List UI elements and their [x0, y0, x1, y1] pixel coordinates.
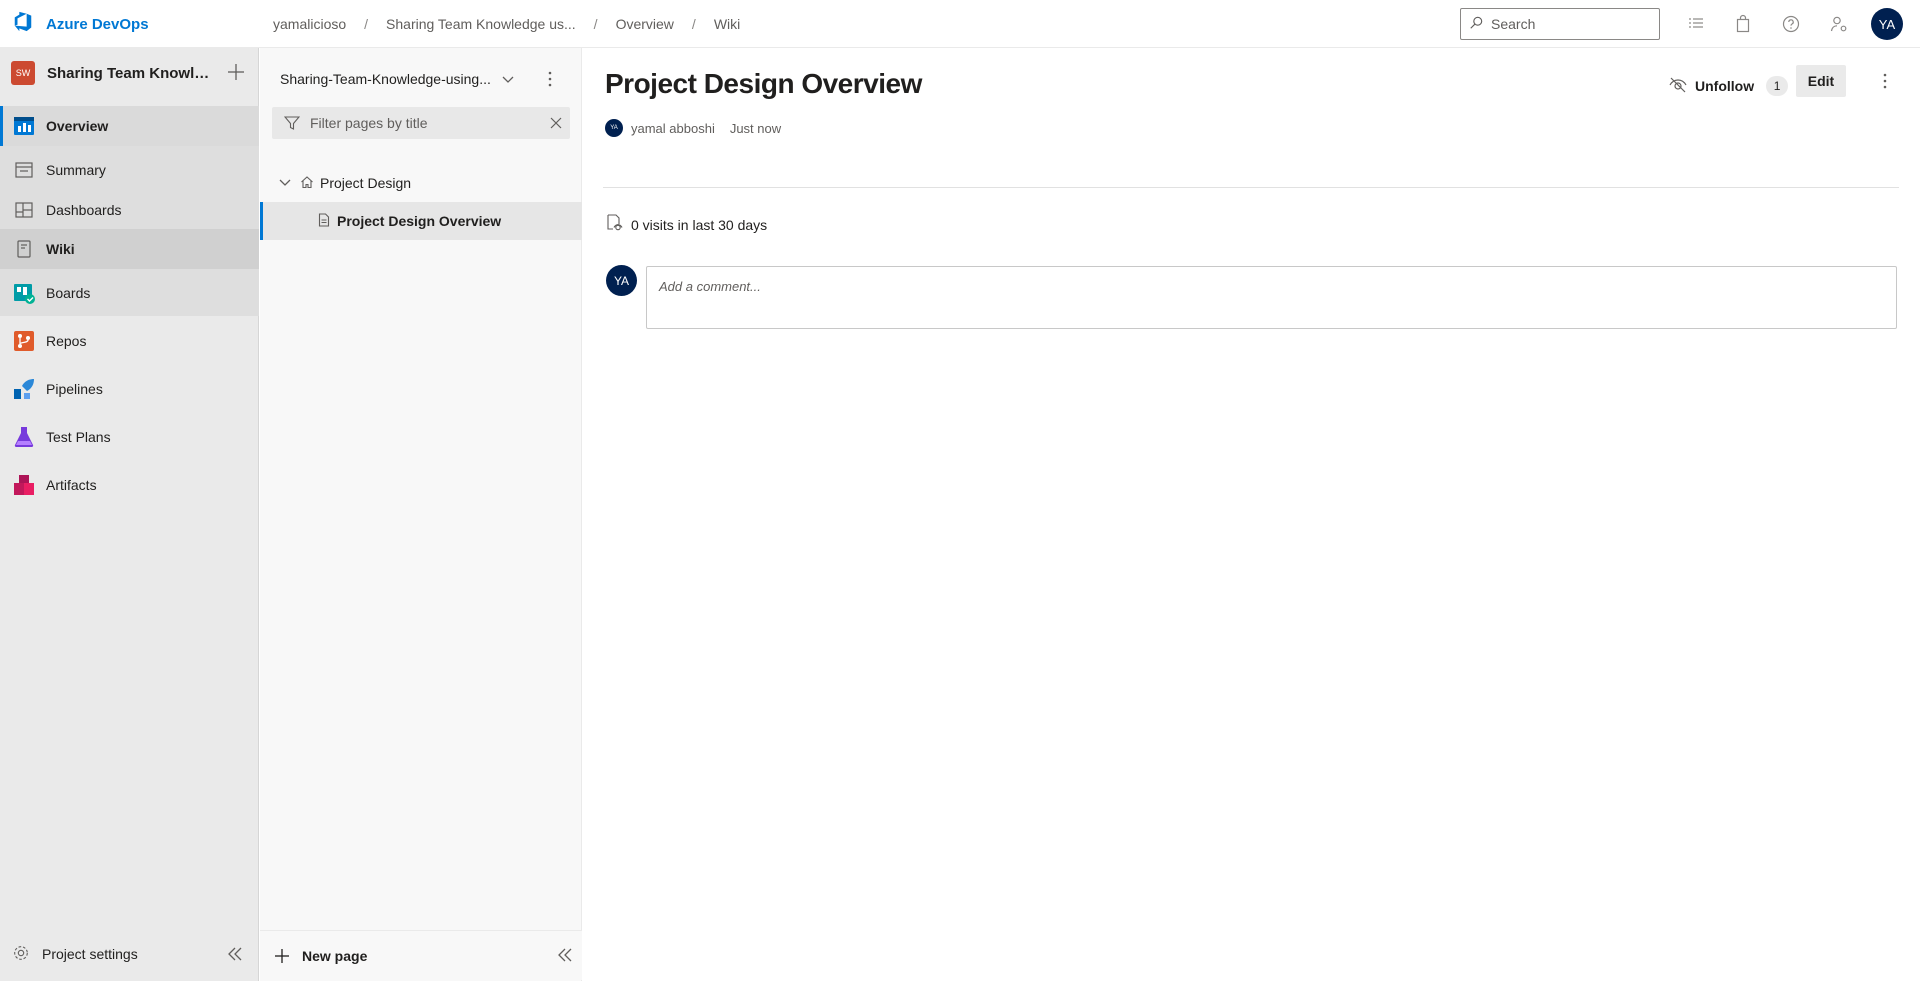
artifacts-icon [12, 473, 36, 497]
gear-icon [12, 944, 30, 965]
content-divider [603, 187, 1899, 188]
azure-devops-logo-icon [12, 11, 34, 38]
nav-item-test-plans[interactable]: Test Plans [0, 417, 259, 457]
repos-icon [12, 329, 36, 353]
marketplace-bag-icon[interactable] [1733, 14, 1753, 34]
tree-item-project-design[interactable]: Project Design [260, 164, 582, 202]
project-name: Sharing Team Knowledge using Wikis [47, 64, 217, 82]
overview-icon [12, 114, 36, 138]
page-meta: YA yamal abboshi Just now [605, 119, 781, 137]
page-document-icon [317, 212, 331, 230]
last-edited-time: Just now [729, 120, 782, 136]
user-avatar[interactable]: YA [1871, 8, 1903, 40]
chevron-down-icon [501, 72, 515, 86]
collapse-nav-double-chevron-icon[interactable] [226, 945, 244, 963]
tree-item-label: Project Design [320, 175, 412, 191]
nav-label-artifacts: Artifacts [46, 477, 97, 493]
dashboards-icon [12, 198, 36, 222]
unfollow-eye-icon [1669, 76, 1695, 97]
test-plans-flask-icon [12, 425, 36, 449]
page-more-actions-icon[interactable] [1876, 72, 1894, 90]
clear-filter-close-icon[interactable] [548, 115, 564, 131]
nav-label-settings: Project settings [42, 946, 138, 962]
more-actions-vertical-icon[interactable] [541, 70, 559, 88]
nav-label-dashboards: Dashboards [46, 202, 122, 218]
nav-label-repos: Repos [46, 333, 87, 349]
top-bar: Azure DevOps yamalicioso / Sharing Team … [0, 0, 1920, 48]
page-title: Project Design Overview [605, 68, 922, 99]
breadcrumb-wiki[interactable]: Wiki [712, 16, 742, 32]
search-placeholder: Search [1491, 16, 1536, 32]
selection-indicator [0, 106, 3, 146]
breadcrumb-separator: / [364, 16, 369, 32]
nav-label-pipelines: Pipelines [46, 381, 103, 397]
page-visits: 0 visits in last 30 days [605, 214, 767, 235]
nav-label-boards: Boards [46, 285, 91, 301]
new-page-button[interactable]: New page [260, 930, 582, 980]
page-visits-icon [605, 214, 631, 235]
user-settings-icon[interactable] [1829, 14, 1849, 34]
selection-indicator [260, 202, 263, 240]
filter-funnel-icon [284, 116, 300, 130]
project-avatar: SW [11, 61, 35, 85]
nav-label-summary: Summary [46, 162, 106, 178]
wiki-book-icon [12, 237, 36, 261]
pipelines-icon [12, 377, 36, 401]
project-navigation: SW Sharing Team Knowledge using Wikis Ov… [0, 48, 259, 981]
breadcrumb-project[interactable]: Sharing Team Knowledge us... [384, 16, 578, 32]
wiki-tree-pane: Sharing-Team-Knowledge-using... Filter p… [260, 48, 582, 981]
author-avatar: YA [605, 119, 623, 137]
nav-item-artifacts[interactable]: Artifacts [0, 465, 259, 505]
visits-count-text: 0 visits in last 30 days [631, 216, 768, 233]
tree-item-label: Project Design Overview [337, 213, 502, 229]
nav-label-test-plans: Test Plans [46, 429, 111, 445]
breadcrumb-organization[interactable]: yamalicioso [271, 16, 348, 32]
boards-icon [12, 281, 36, 305]
nav-item-overview[interactable]: Overview [0, 106, 259, 146]
chevron-down-icon[interactable] [278, 175, 292, 192]
follower-count-badge: 1 [1766, 76, 1789, 96]
nav-item-summary[interactable]: Summary [0, 150, 259, 190]
tree-item-project-design-overview[interactable]: Project Design Overview [260, 202, 582, 240]
work-items-list-icon[interactable] [1686, 14, 1706, 34]
breadcrumb-overview[interactable]: Overview [614, 16, 676, 32]
search-icon [1469, 16, 1491, 33]
unfollow-label: Unfollow [1695, 78, 1755, 94]
filter-placeholder: Filter pages by title [310, 115, 428, 131]
author-name[interactable]: yamal abboshi [631, 121, 715, 136]
wiki-name: Sharing-Team-Knowledge-using... [280, 71, 491, 87]
home-icon [300, 175, 314, 192]
help-icon[interactable] [1781, 14, 1801, 34]
brand-link[interactable]: Azure DevOps [12, 11, 149, 38]
nav-item-repos[interactable]: Repos [0, 321, 259, 361]
nav-item-dashboards[interactable]: Dashboards [0, 190, 259, 230]
nav-label-overview: Overview [46, 118, 109, 134]
filter-pages-input[interactable]: Filter pages by title [272, 107, 570, 139]
nav-item-boards[interactable]: Boards [0, 273, 259, 313]
summary-icon [12, 158, 36, 182]
nav-item-wiki[interactable]: Wiki [0, 229, 259, 269]
plus-icon [274, 948, 290, 964]
nav-label-wiki: Wiki [46, 241, 75, 257]
new-page-label: New page [302, 947, 368, 964]
commenter-avatar: YA [606, 265, 637, 296]
wiki-selector[interactable]: Sharing-Team-Knowledge-using... [280, 68, 515, 90]
wiki-page-content: Project Design Overview YA yamal abboshi… [583, 48, 1920, 981]
collapse-tree-double-chevron-icon[interactable] [556, 946, 574, 964]
project-settings-link[interactable]: Project settings [0, 935, 259, 973]
nav-item-pipelines[interactable]: Pipelines [0, 369, 259, 409]
unfollow-button[interactable]: Unfollow 1 [1669, 70, 1789, 102]
breadcrumb-separator: / [593, 16, 598, 32]
breadcrumb-separator: / [691, 16, 696, 32]
search-box[interactable]: Search [1460, 8, 1660, 40]
edit-button[interactable]: Edit [1796, 65, 1846, 97]
breadcrumb: yamalicioso / Sharing Team Knowledge us.… [271, 0, 742, 48]
brand-name: Azure DevOps [46, 15, 149, 33]
project-header[interactable]: SW Sharing Team Knowledge using Wikis [0, 48, 259, 98]
add-comment-input[interactable]: Add a comment... [646, 266, 1897, 329]
new-item-plus-icon[interactable] [226, 62, 246, 82]
